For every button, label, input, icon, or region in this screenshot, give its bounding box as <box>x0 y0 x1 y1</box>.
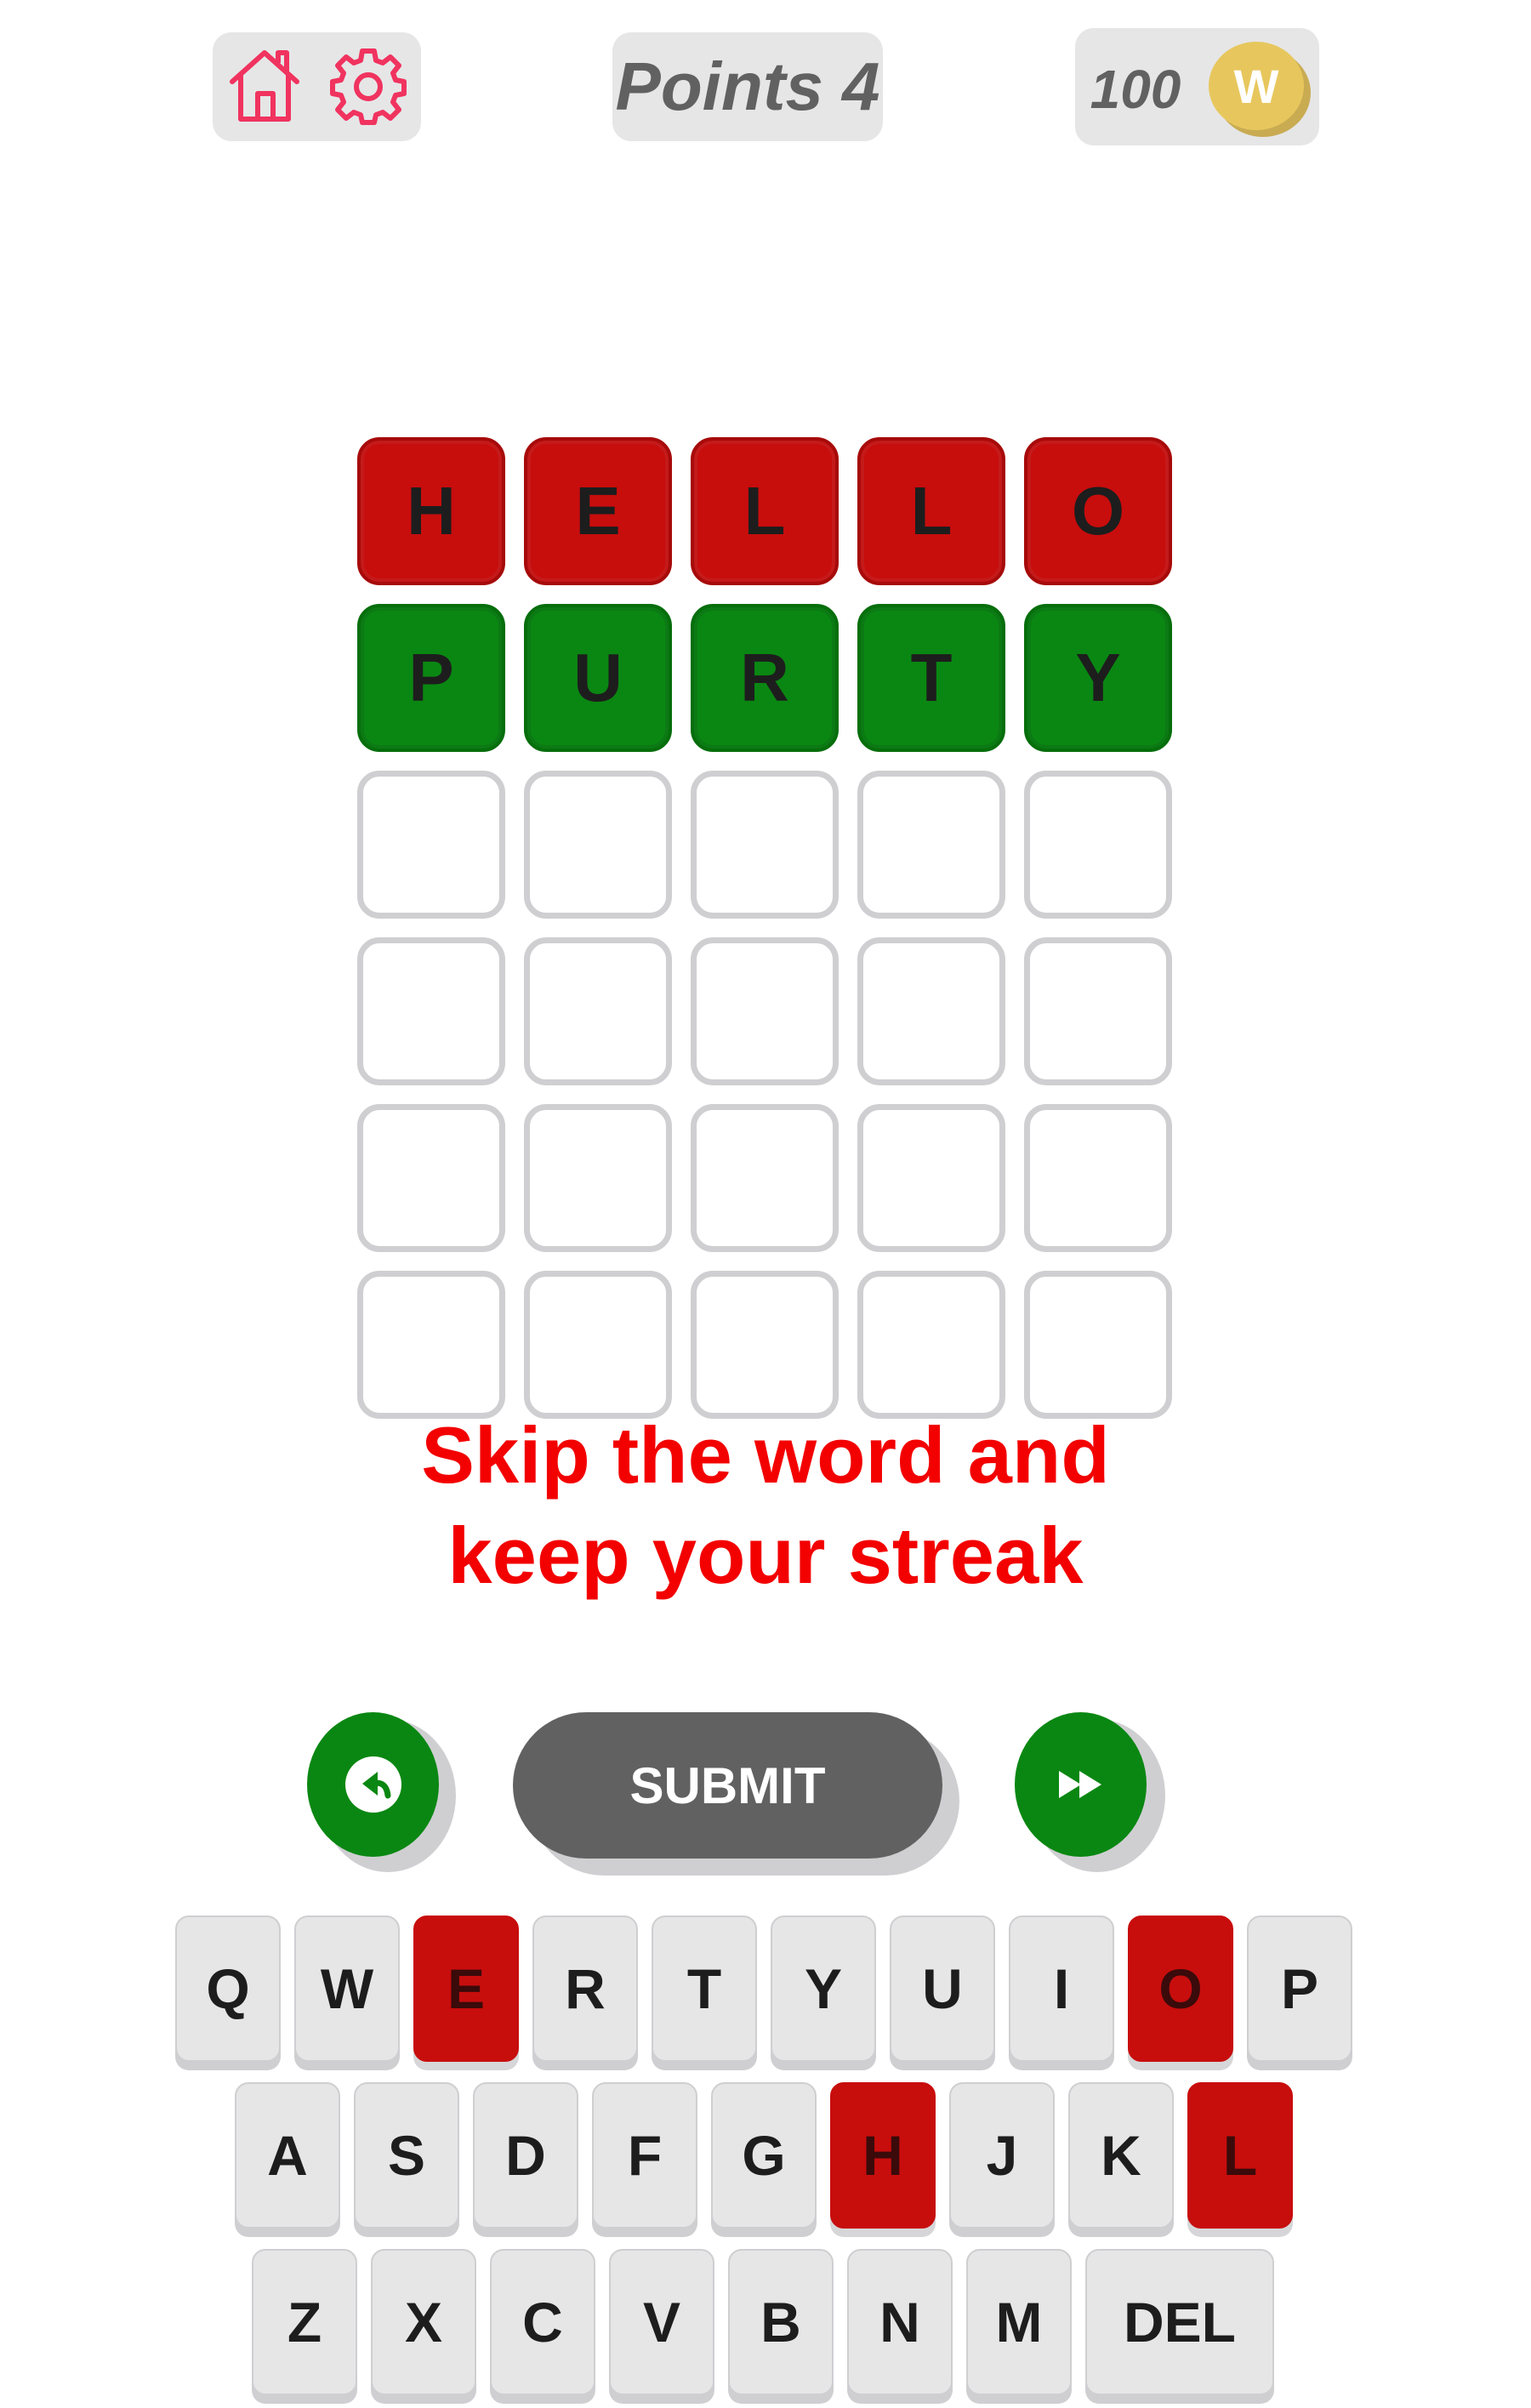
key-y[interactable]: Y <box>771 1916 876 2062</box>
key-d[interactable]: D <box>473 2082 578 2229</box>
board-tile <box>357 1271 505 1419</box>
fast-forward-icon <box>1058 1771 1101 1798</box>
key-w[interactable]: W <box>294 1916 400 2062</box>
submit-button[interactable]: SUBMIT <box>513 1712 942 1859</box>
board-tile: R <box>691 604 839 752</box>
key-r[interactable]: R <box>532 1916 638 2062</box>
board-tile <box>857 1271 1005 1419</box>
board-tile <box>524 771 672 919</box>
key-o[interactable]: O <box>1128 1916 1233 2062</box>
key-l[interactable]: L <box>1187 2082 1293 2229</box>
board-row: HELLO <box>357 437 1174 585</box>
board-tile <box>357 937 505 1085</box>
coins-value: 100 <box>1090 59 1181 120</box>
key-g[interactable]: G <box>711 2082 817 2229</box>
skip-message: Skip the word and keep your streak <box>255 1405 1276 1606</box>
board-tile <box>691 1104 839 1252</box>
board-tile <box>857 1104 1005 1252</box>
home-icon[interactable] <box>224 44 305 126</box>
key-v[interactable]: V <box>609 2249 714 2395</box>
board-row <box>357 771 1174 919</box>
board-tile <box>357 1104 505 1252</box>
board-tile <box>691 1271 839 1419</box>
board-row <box>357 1104 1174 1252</box>
board-tile <box>691 937 839 1085</box>
board-tile: L <box>691 437 839 585</box>
board-tile <box>524 1104 672 1252</box>
key-m[interactable]: M <box>966 2249 1072 2395</box>
skip-message-line-2: keep your streak <box>447 1511 1084 1600</box>
board-tile <box>1024 771 1172 919</box>
key-h[interactable]: H <box>830 2082 936 2229</box>
board-tile <box>857 771 1005 919</box>
board-tile <box>524 937 672 1085</box>
key-q[interactable]: Q <box>175 1916 281 2062</box>
key-t[interactable]: T <box>652 1916 757 2062</box>
board-tile: O <box>1024 437 1172 585</box>
board-tile <box>691 771 839 919</box>
board-row <box>357 1271 1174 1419</box>
key-b[interactable]: B <box>728 2249 834 2395</box>
coin-letter: W <box>1234 60 1279 113</box>
skip-message-line-1: Skip the word and <box>421 1410 1110 1500</box>
points-label: Points <box>615 48 823 124</box>
board-tile <box>857 937 1005 1085</box>
key-f[interactable]: F <box>592 2082 697 2229</box>
board-tile <box>1024 1271 1172 1419</box>
board-tile: U <box>524 604 672 752</box>
key-n[interactable]: N <box>847 2249 953 2395</box>
board-tile <box>1024 937 1172 1085</box>
board-row: PURTY <box>357 604 1174 752</box>
key-a[interactable]: A <box>235 2082 340 2229</box>
key-c[interactable]: C <box>490 2249 595 2395</box>
board-tile <box>357 771 505 919</box>
board-tile: E <box>524 437 672 585</box>
key-s[interactable]: S <box>354 2082 459 2229</box>
key-i[interactable]: I <box>1009 1916 1114 2062</box>
undo-button[interactable] <box>307 1712 439 1857</box>
board-tile: L <box>857 437 1005 585</box>
board-tile: P <box>357 604 505 752</box>
board-tile <box>524 1271 672 1419</box>
board-tile <box>1024 1104 1172 1252</box>
coin-icon: W <box>1205 38 1314 139</box>
points-display: Points 4 <box>612 32 883 141</box>
undo-arrow-icon <box>344 1756 401 1813</box>
board-tile: H <box>357 437 505 585</box>
key-k[interactable]: K <box>1068 2082 1174 2229</box>
points-value: 4 <box>841 48 880 124</box>
key-x[interactable]: X <box>371 2249 476 2395</box>
key-u[interactable]: U <box>890 1916 995 2062</box>
key-z[interactable]: Z <box>252 2249 357 2395</box>
board-tile: T <box>857 604 1005 752</box>
key-j[interactable]: J <box>949 2082 1055 2229</box>
key-e[interactable]: E <box>413 1916 519 2062</box>
board-row <box>357 937 1174 1085</box>
key-p[interactable]: P <box>1247 1916 1352 2062</box>
board-tile: Y <box>1024 604 1172 752</box>
skip-button[interactable] <box>1015 1712 1147 1857</box>
gear-icon[interactable] <box>327 44 409 126</box>
key-del[interactable]: DEL <box>1085 2249 1274 2395</box>
